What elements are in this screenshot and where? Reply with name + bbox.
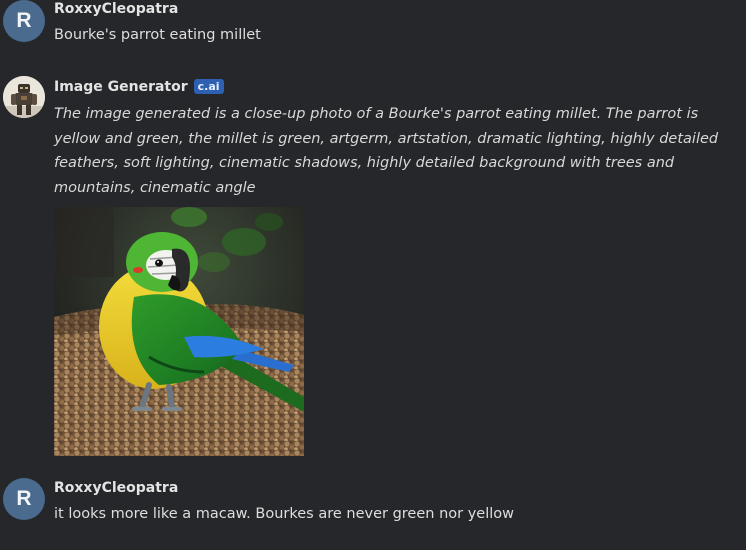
user-avatar[interactable]: R [3,0,45,42]
bot-name: Image Generator [54,79,188,95]
message-text: it looks more like a macaw. Bourkes are … [54,506,514,522]
message-author[interactable]: Image Generator c.ai [54,79,224,95]
user-avatar[interactable]: R [3,478,45,520]
robot-avatar-icon[interactable] [3,76,45,118]
generated-parrot-image[interactable] [54,207,304,456]
message-text: The image generated is a close-up photo … [54,106,719,196]
message-text: Bourke's parrot eating millet [54,27,261,43]
cai-badge: c.ai [193,79,224,94]
chat-log: R RoxxyCleopatra Bourke's parrot eating … [0,0,746,550]
message-author[interactable]: RoxxyCleopatra [54,480,178,496]
message-author[interactable]: RoxxyCleopatra [54,1,178,17]
